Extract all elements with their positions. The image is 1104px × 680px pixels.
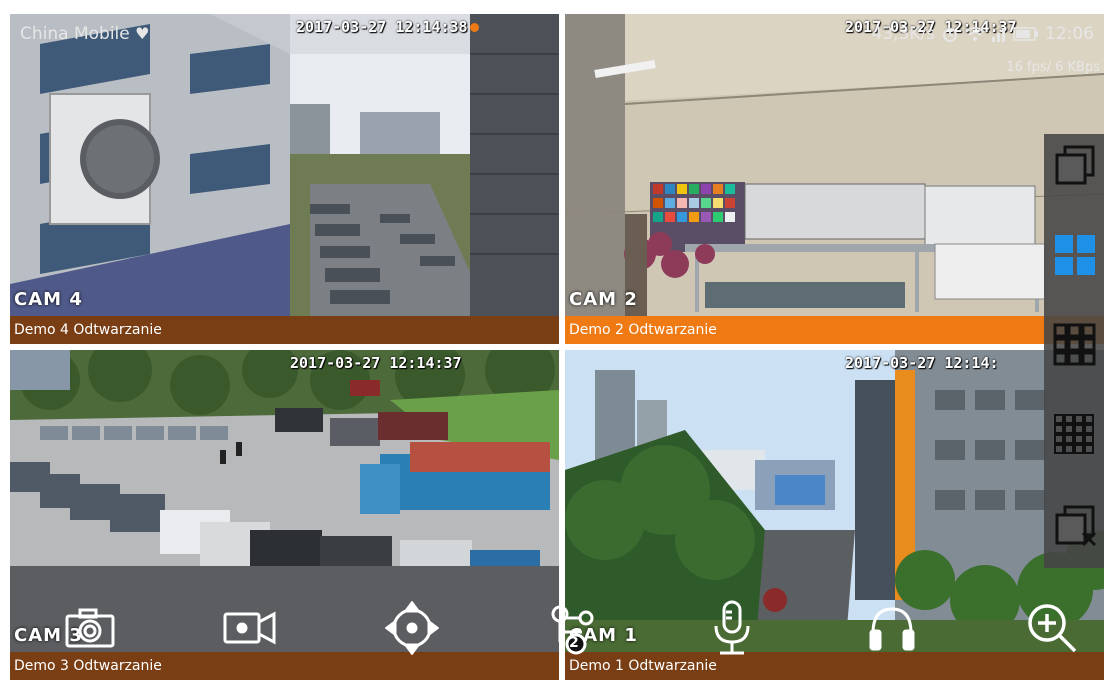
clock-time: 12:06 bbox=[1045, 24, 1094, 44]
camera-tile-cam2[interactable]: 16 fps/ 6 KBps 2017-03-27 12:14:37 CAM 2… bbox=[565, 14, 1104, 344]
recording-dot-icon bbox=[469, 23, 479, 32]
multi-channel-icon: 2 bbox=[546, 604, 598, 656]
ptz-direction-icon bbox=[384, 600, 440, 659]
microphone-icon bbox=[710, 600, 754, 660]
stream-bitrate: 16 fps/ 6 KBps bbox=[1006, 60, 1100, 75]
battery-icon bbox=[1013, 27, 1039, 41]
zoom-button[interactable] bbox=[1024, 602, 1080, 658]
camera-snapshot-icon bbox=[64, 606, 116, 654]
channel-select-button[interactable]: 2 bbox=[544, 602, 600, 658]
alarm-clock-icon bbox=[941, 25, 959, 43]
osd-timestamp: 2017-03-27 12:14:38 bbox=[296, 18, 479, 36]
heart-icon: ♥ bbox=[135, 24, 150, 43]
camera-grid: 2017-03-27 12:14:38 CAM 4 Demo 4 Odtwarz… bbox=[0, 0, 1104, 680]
control-toolbar: 2 bbox=[0, 598, 1104, 662]
carrier: China Mobile ♥ bbox=[20, 24, 149, 44]
camera-name: CAM 2 bbox=[569, 289, 638, 310]
status-indicators: 43,3K/s 12:06 bbox=[871, 24, 1094, 44]
layout-panel bbox=[1044, 134, 1104, 568]
close-all-icon bbox=[1053, 503, 1097, 551]
camera-label-bar: Demo 2 Odtwarzanie bbox=[565, 316, 1104, 344]
single-view-button[interactable] bbox=[1050, 142, 1100, 192]
close-all-button[interactable] bbox=[1050, 502, 1100, 552]
zoom-in-icon bbox=[1025, 601, 1079, 659]
headphones-icon bbox=[867, 603, 917, 657]
camera-label-bar: Demo 4 Odtwarzanie bbox=[10, 316, 559, 344]
single-view-icon bbox=[1053, 143, 1097, 191]
video-record-icon bbox=[222, 608, 278, 652]
camera-name: CAM 4 bbox=[14, 289, 83, 310]
video-feed-cam4 bbox=[10, 14, 559, 316]
osd-timestamp: 2017-03-27 12:14:37 bbox=[290, 354, 462, 372]
carrier-name: China Mobile bbox=[20, 24, 130, 44]
audio-button[interactable] bbox=[864, 602, 920, 658]
signal-icon bbox=[991, 26, 1007, 42]
osd-timestamp: 2017-03-27 12:14: bbox=[845, 354, 999, 372]
camera-tile-cam4[interactable]: 2017-03-27 12:14:38 CAM 4 Demo 4 Odtwarz… bbox=[10, 14, 559, 344]
channel-count: 2 bbox=[569, 635, 579, 651]
wifi-icon bbox=[965, 26, 985, 42]
grid-2x2-button[interactable] bbox=[1050, 232, 1100, 282]
talk-button[interactable] bbox=[704, 600, 760, 660]
grid-4x4-icon bbox=[1053, 413, 1097, 461]
grid-3x3-button[interactable] bbox=[1050, 322, 1100, 372]
grid-4x4-button[interactable] bbox=[1050, 412, 1100, 462]
record-button[interactable] bbox=[222, 602, 278, 658]
grid-3x3-icon bbox=[1053, 323, 1097, 371]
network-speed: 43,3K/s bbox=[871, 24, 935, 44]
ptz-button[interactable] bbox=[384, 600, 440, 659]
grid-2x2-icon bbox=[1053, 233, 1097, 281]
snapshot-button[interactable] bbox=[62, 602, 118, 658]
